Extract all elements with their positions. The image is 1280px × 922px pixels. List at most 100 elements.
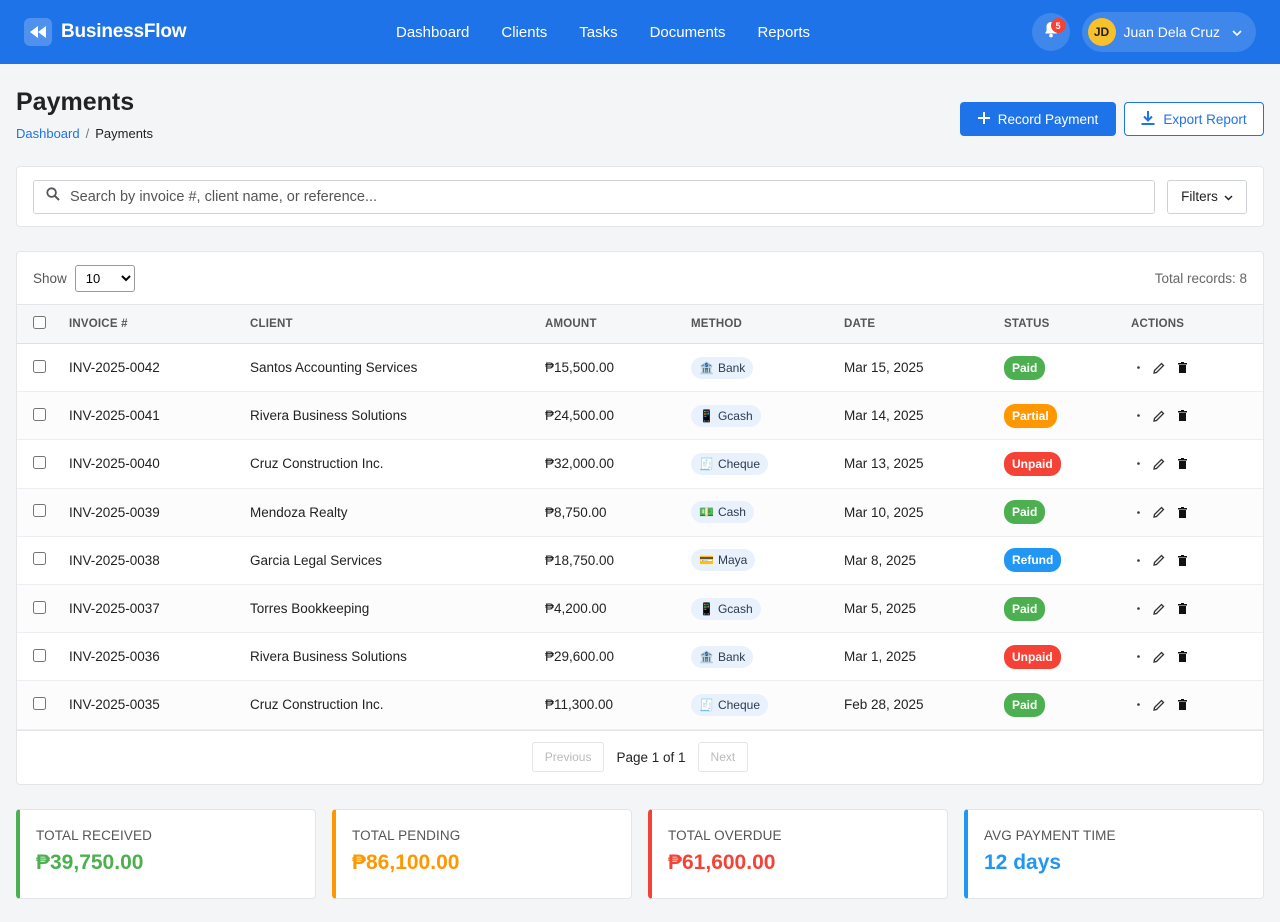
table-row[interactable]: INV-2025-0039 Mendoza Realty ₱8,750.00 💵 Cas… (17, 488, 1263, 537)
summary-card: TOTAL OVERDUE ₱61,600.00 (648, 808, 948, 899)
record-payment-label: Record Payment (997, 111, 1099, 127)
column-header-status[interactable]: STATUS (1004, 305, 1131, 344)
view-icon[interactable] (1131, 510, 1140, 514)
table-row[interactable]: INV-2025-0041 Rivera Business Solutions ₱2… (17, 391, 1263, 440)
delete-icon[interactable] (1178, 506, 1187, 518)
table-row[interactable]: INV-2025-0040 Cruz Construction Inc. ₱32,0… (17, 440, 1263, 489)
table-row[interactable]: INV-2025-0036 Rivera Business Solutions ₱2… (17, 633, 1263, 681)
nav-item-documents[interactable]: Documents (634, 24, 742, 41)
method-label: Bank (717, 649, 746, 664)
delete-icon[interactable] (1178, 554, 1187, 566)
delete-icon[interactable] (1178, 362, 1187, 374)
column-header-method[interactable]: METHOD (691, 305, 844, 344)
nav-item-dashboard[interactable]: Dashboard (380, 24, 485, 41)
method-badge: 💳 Maya (691, 549, 756, 572)
edit-icon[interactable] (1153, 651, 1165, 663)
status-cell: Unpaid (1004, 440, 1131, 488)
plus-icon (977, 111, 990, 127)
view-icon[interactable] (1131, 559, 1140, 562)
method-cell: 💳 Maya (691, 536, 844, 584)
row-checkbox[interactable] (33, 407, 46, 421)
status-cell: Unpaid (1004, 633, 1131, 681)
filters-button[interactable]: Filters (1167, 179, 1247, 214)
amount: ₱29,600.00 (545, 649, 615, 665)
method-label: Cheque (717, 456, 760, 471)
view-icon[interactable] (1131, 462, 1140, 466)
table-row[interactable]: INV-2025-0035 Cruz Construction Inc. ₱11,3… (17, 680, 1263, 729)
actions-cell (1131, 392, 1263, 440)
next-page-button[interactable]: Next (697, 742, 749, 772)
table-row[interactable]: INV-2025-0037 Torres Bookkeeping ₱4,200.00… (17, 584, 1263, 633)
delete-icon[interactable] (1178, 458, 1187, 470)
edit-icon[interactable] (1153, 362, 1165, 374)
page-info: Page 1 of 1 (616, 749, 686, 765)
view-icon[interactable] (1131, 366, 1140, 369)
row-actions (1131, 506, 1263, 518)
row-checkbox[interactable] (33, 455, 46, 469)
nav-item-clients[interactable]: Clients (485, 24, 563, 41)
client-name: Mendoza Realty (250, 504, 348, 520)
method-label: Cheque (717, 697, 760, 712)
method-badge: 🧾 Cheque (691, 693, 768, 716)
user-menu[interactable]: JD Juan Dela Cruz (1081, 12, 1256, 52)
notification-count-badge: 5 (1050, 18, 1066, 33)
row-checkbox[interactable] (33, 696, 46, 710)
delete-icon[interactable] (1178, 651, 1187, 663)
table-row[interactable]: INV-2025-0042 Santos Accounting Services ₱… (17, 344, 1263, 392)
column-header-invoice[interactable]: INVOICE # (69, 305, 250, 344)
payment-date: Mar 13, 2025 (844, 456, 924, 472)
select-all-checkbox[interactable] (33, 316, 46, 329)
view-icon[interactable] (1131, 607, 1140, 610)
export-report-button[interactable]: Export Report (1124, 102, 1264, 136)
status-badge: Paid (1004, 596, 1046, 621)
brand[interactable]: BusinessFlow (24, 18, 187, 46)
actions-cell (1131, 344, 1263, 392)
summary-value: ₱86,100.00 (352, 850, 460, 874)
record-payment-button[interactable]: Record Payment (960, 102, 1116, 136)
delete-icon[interactable] (1178, 699, 1187, 711)
method-badge: 📱 Gcash (691, 597, 761, 620)
status-cell: Paid (1004, 681, 1131, 729)
status-badge: Refund (1004, 548, 1062, 573)
table-row[interactable]: INV-2025-0038 Garcia Legal Services ₱18,75… (17, 536, 1263, 585)
view-icon[interactable] (1131, 655, 1140, 659)
breadcrumb-dashboard-link[interactable]: Dashboard (16, 126, 80, 141)
invoice-number: INV-2025-0035 (69, 697, 160, 713)
breadcrumb-current: Payments (95, 126, 154, 141)
payments-table-card: Show 102550 Total records: 8 INVOICE # C… (16, 251, 1264, 785)
search-input[interactable] (70, 188, 1142, 205)
edit-icon[interactable] (1153, 603, 1165, 615)
column-header-date[interactable]: DATE (844, 305, 1004, 344)
status-badge: Partial (1004, 403, 1057, 428)
row-checkbox[interactable] (33, 648, 46, 662)
row-actions (1131, 699, 1263, 711)
previous-page-button[interactable]: Previous (531, 742, 605, 772)
page-size-select[interactable]: 102550 (74, 264, 135, 292)
row-checkbox[interactable] (33, 600, 46, 614)
method-label: Cash (717, 505, 746, 520)
column-header-client[interactable]: CLIENT (250, 305, 545, 344)
nav-item-reports[interactable]: Reports (741, 24, 826, 41)
edit-icon[interactable] (1153, 458, 1165, 470)
invoice-number: INV-2025-0037 (69, 601, 160, 617)
client-name: Rivera Business Solutions (250, 649, 407, 665)
view-icon[interactable] (1131, 414, 1140, 418)
delete-icon[interactable] (1178, 603, 1187, 615)
method-label: Bank (717, 360, 746, 375)
row-checkbox[interactable] (33, 504, 46, 518)
actions-cell (1131, 536, 1263, 584)
row-checkbox[interactable] (33, 552, 46, 566)
delete-icon[interactable] (1178, 410, 1187, 422)
edit-icon[interactable] (1153, 699, 1165, 711)
edit-icon[interactable] (1153, 506, 1165, 518)
status-cell: Paid (1004, 344, 1131, 392)
method-cell: 🏦 Bank (691, 344, 844, 392)
search-card: Filters (16, 166, 1264, 227)
row-checkbox[interactable] (33, 359, 46, 373)
nav-item-tasks[interactable]: Tasks (563, 24, 633, 41)
edit-icon[interactable] (1153, 410, 1165, 422)
view-icon[interactable] (1131, 703, 1140, 707)
column-header-amount[interactable]: AMOUNT (545, 305, 691, 344)
notifications-button[interactable]: 5 (1031, 13, 1070, 51)
edit-icon[interactable] (1153, 554, 1165, 567)
